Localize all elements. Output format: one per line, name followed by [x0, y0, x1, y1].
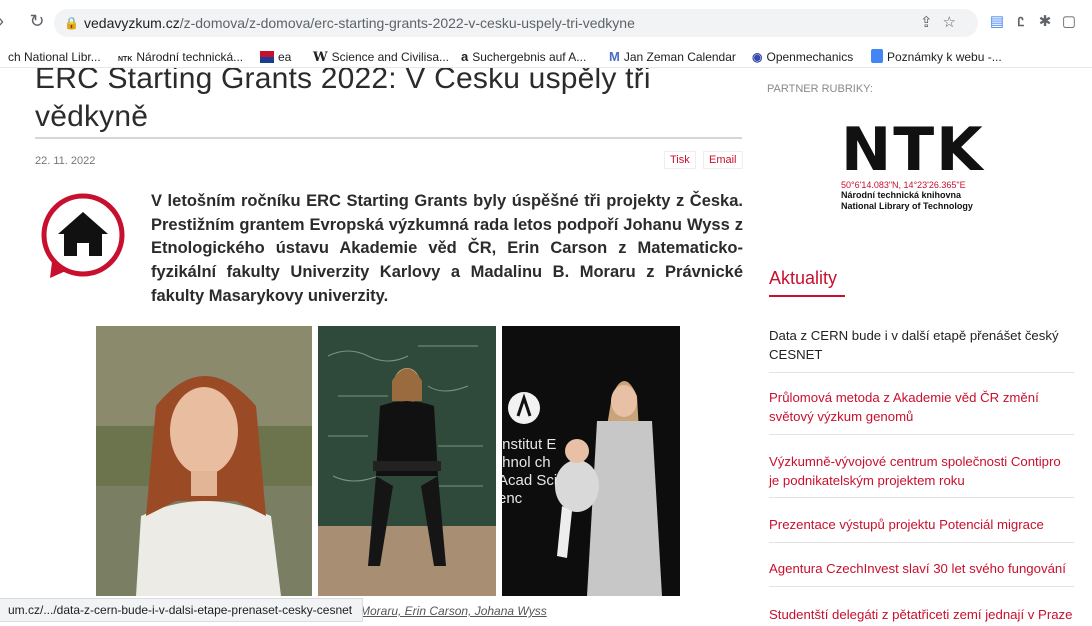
article-title: ERC Starting Grants 2022: V Česku uspěly…	[35, 68, 651, 133]
photo-woman-chalkboard	[318, 326, 496, 596]
ntk-icon: NTK	[118, 56, 133, 63]
bookmark-item[interactable]: Poznámky k webu -...	[871, 49, 1002, 65]
document-extension-icon[interactable]: ▤	[985, 12, 1009, 30]
news-item[interactable]: Prezentace výstupů projektu Potenciál mi…	[769, 498, 1074, 543]
news-item[interactable]: Agentura CzechInvest slaví 30 let svého …	[769, 543, 1074, 587]
news-heading-underline	[769, 295, 845, 297]
bookmark-item[interactable]: ea	[260, 49, 291, 65]
bookmark-item[interactable]: NTK Národní technická...	[118, 49, 243, 65]
bookmark-item[interactable]: W Science and Civilisa...	[313, 49, 449, 65]
puzzle-extensions-icon[interactable]: ✱	[1033, 12, 1057, 30]
url-domain: vedavyzkum.cz	[84, 15, 180, 31]
photo-woman-portrait	[96, 326, 312, 596]
news-item[interactable]: Výzkumně-vývojové centrum společnosti Co…	[769, 435, 1074, 498]
lock-icon: 🔒	[64, 16, 79, 30]
email-button[interactable]: Email	[703, 151, 743, 169]
news-heading: Aktuality	[769, 268, 838, 288]
news-item[interactable]: Průlomová metoda z Akademie věd ČR změní…	[769, 373, 1074, 435]
partner-label: PARTNER RUBRIKY:	[767, 83, 873, 95]
web-page: ERC Starting Grants 2022: V Česku uspěly…	[0, 68, 1092, 626]
ntk-name-en: National Library of Technology	[841, 201, 973, 211]
status-bar-url: um.cz/.../data-z-cern-bude-i-v-dalsi-eta…	[0, 598, 364, 622]
print-button[interactable]: Tisk	[664, 151, 696, 169]
photo-woman-with-baby: Institut Ethnol ch Acad Scienc	[502, 326, 680, 596]
docs-icon	[871, 49, 883, 63]
news-item[interactable]: Studentští delegáti z pětatřiceti zemí j…	[769, 587, 1074, 626]
translate-extension-icon[interactable]: Ꮭ	[1009, 15, 1033, 30]
wikipedia-icon: W	[313, 50, 328, 65]
openmechanics-icon: ◉	[752, 50, 763, 64]
extensions-bar: ▤ Ꮭ ✱ ▢	[985, 12, 1092, 32]
photo-caption: Moraru, Erin Carson, Johana Wyss	[360, 604, 547, 618]
bookmark-item[interactable]: M Jan Zeman Calendar	[609, 49, 736, 65]
bookmark-item[interactable]: ch National Libr...	[8, 49, 101, 65]
share-icon[interactable]: ⇪	[920, 14, 943, 31]
article-date: 22. 11. 2022	[35, 155, 96, 167]
home-category-icon	[41, 193, 125, 278]
ntk-partner-logo[interactable]: NTK 50°6'14.083"N, 14°23'26.365"E Národn…	[841, 115, 1061, 212]
bookmark-item[interactable]: ◉ Openmechanics	[752, 49, 853, 65]
bookmark-star-icon[interactable]: ☆	[943, 14, 966, 31]
m-icon: M	[609, 49, 620, 64]
forward-icon[interactable]: ›	[0, 10, 12, 32]
ntk-name-cz: Národní technická knihovna	[841, 190, 962, 200]
bookmark-item[interactable]: a Suchergebnis auf A...	[461, 49, 586, 65]
flag-icon	[260, 51, 274, 63]
photo-sign-text: Institut Ethnol ch Acad Scienc	[502, 436, 558, 507]
news-item[interactable]: Data z CERN bude i v další etapě přenáše…	[769, 326, 1074, 373]
title-divider	[35, 137, 742, 139]
browser-toolbar: › ↻ 🔒 vedavyzkum.cz/z-domova/z-domova/er…	[0, 0, 1092, 46]
news-list: Data z CERN bude i v další etapě přenáše…	[769, 326, 1074, 626]
ntk-logo-text: NTK	[841, 115, 985, 185]
reload-icon[interactable]: ↻	[26, 10, 48, 32]
article-perex: V letošním ročníku ERC Starting Grants b…	[151, 192, 743, 305]
amazon-icon: a	[461, 49, 469, 64]
url-path: /z-domova/z-domova/erc-starting-grants-2…	[179, 15, 635, 31]
ntk-coordinates: 50°6'14.083"N, 14°23'26.365"E	[841, 180, 966, 190]
window-icon[interactable]: ▢	[1057, 12, 1081, 30]
bookmarks-bar: ch National Libr... NTK Národní technická…	[0, 46, 1092, 68]
address-bar[interactable]: 🔒 vedavyzkum.cz/z-domova/z-domova/erc-st…	[54, 9, 978, 37]
